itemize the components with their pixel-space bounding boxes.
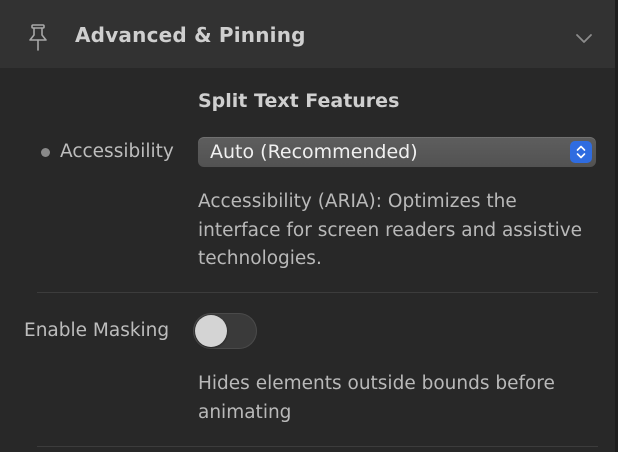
split-text-features-title: Split Text Features xyxy=(198,90,400,112)
section-header-title: Advanced & Pinning xyxy=(75,23,306,47)
accessibility-dot-indicator xyxy=(41,148,50,157)
accessibility-help-text: Accessibility (ARIA): Optimizes the inte… xyxy=(198,191,583,269)
accessibility-select-value: Auto (Recommended) xyxy=(210,141,418,163)
advanced-pinning-panel: Advanced & Pinning Split Text Features A… xyxy=(0,0,618,452)
accessibility-select[interactable]: Auto (Recommended) xyxy=(198,137,596,167)
toggle-knob xyxy=(195,315,227,347)
enable-masking-toggle[interactable] xyxy=(193,313,257,349)
accessibility-label: Accessibility xyxy=(60,141,174,162)
section-header[interactable]: Advanced & Pinning xyxy=(0,0,615,68)
enable-masking-label: Enable Masking xyxy=(24,320,170,341)
chevron-down-icon[interactable] xyxy=(573,30,595,46)
enable-masking-help-text: Hides elements outside bounds before ani… xyxy=(198,373,555,423)
pin-icon xyxy=(26,23,50,53)
up-down-chevron-icon[interactable] xyxy=(570,141,592,163)
divider xyxy=(37,292,598,293)
divider xyxy=(37,446,598,447)
